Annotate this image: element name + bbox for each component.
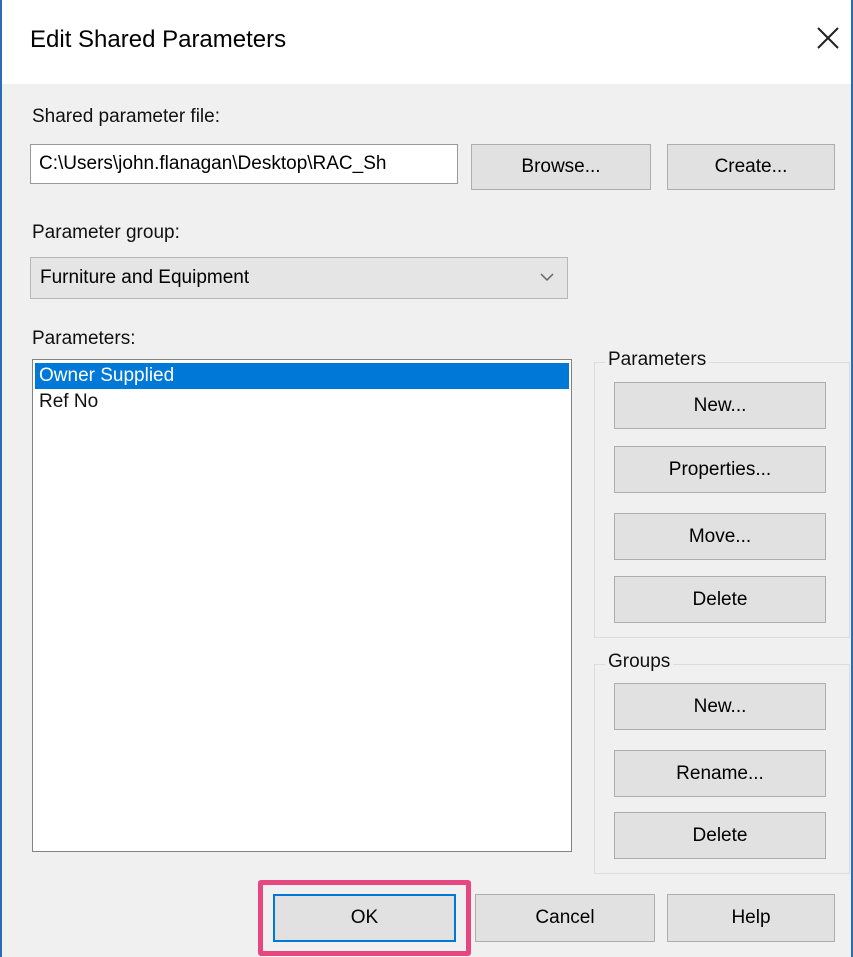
edit-shared-parameters-dialog: Edit Shared Parameters Shared parameter … bbox=[0, 0, 853, 957]
delete-group-button[interactable]: Delete bbox=[614, 812, 826, 859]
dialog-content: Shared parameter file: C:\Users\john.fla… bbox=[2, 84, 851, 957]
title-bar: Edit Shared Parameters bbox=[2, 0, 851, 84]
parameter-group-label: Parameter group: bbox=[32, 222, 180, 243]
parameters-list-label: Parameters: bbox=[32, 328, 136, 349]
parameter-properties-button[interactable]: Properties... bbox=[614, 446, 826, 493]
shared-file-path-field[interactable]: C:\Users\john.flanagan\Desktop\RAC_Sh bbox=[30, 144, 458, 184]
parameter-group-select[interactable]: Furniture and Equipment bbox=[30, 257, 568, 299]
delete-parameter-button[interactable]: Delete bbox=[614, 576, 826, 623]
browse-button[interactable]: Browse... bbox=[471, 144, 651, 190]
ok-button[interactable]: OK bbox=[273, 894, 456, 942]
chevron-down-icon bbox=[540, 273, 554, 282]
close-icon[interactable] bbox=[814, 24, 842, 52]
dialog-title: Edit Shared Parameters bbox=[30, 26, 287, 53]
new-parameter-button[interactable]: New... bbox=[614, 382, 826, 429]
parameters-group-title: Parameters bbox=[605, 349, 710, 371]
move-parameter-button[interactable]: Move... bbox=[614, 513, 826, 560]
rename-group-button[interactable]: Rename... bbox=[614, 750, 826, 797]
shared-file-label: Shared parameter file: bbox=[32, 106, 220, 127]
parameters-listbox[interactable]: Owner Supplied Ref No bbox=[32, 359, 572, 852]
create-button[interactable]: Create... bbox=[667, 144, 835, 190]
help-button[interactable]: Help bbox=[667, 894, 835, 942]
list-item[interactable]: Owner Supplied bbox=[35, 363, 569, 389]
new-group-button[interactable]: New... bbox=[614, 683, 826, 730]
list-item[interactable]: Ref No bbox=[35, 389, 569, 415]
groups-group-title: Groups bbox=[605, 651, 674, 673]
parameter-group-selected-value: Furniture and Equipment bbox=[40, 267, 250, 288]
cancel-button[interactable]: Cancel bbox=[475, 894, 655, 942]
